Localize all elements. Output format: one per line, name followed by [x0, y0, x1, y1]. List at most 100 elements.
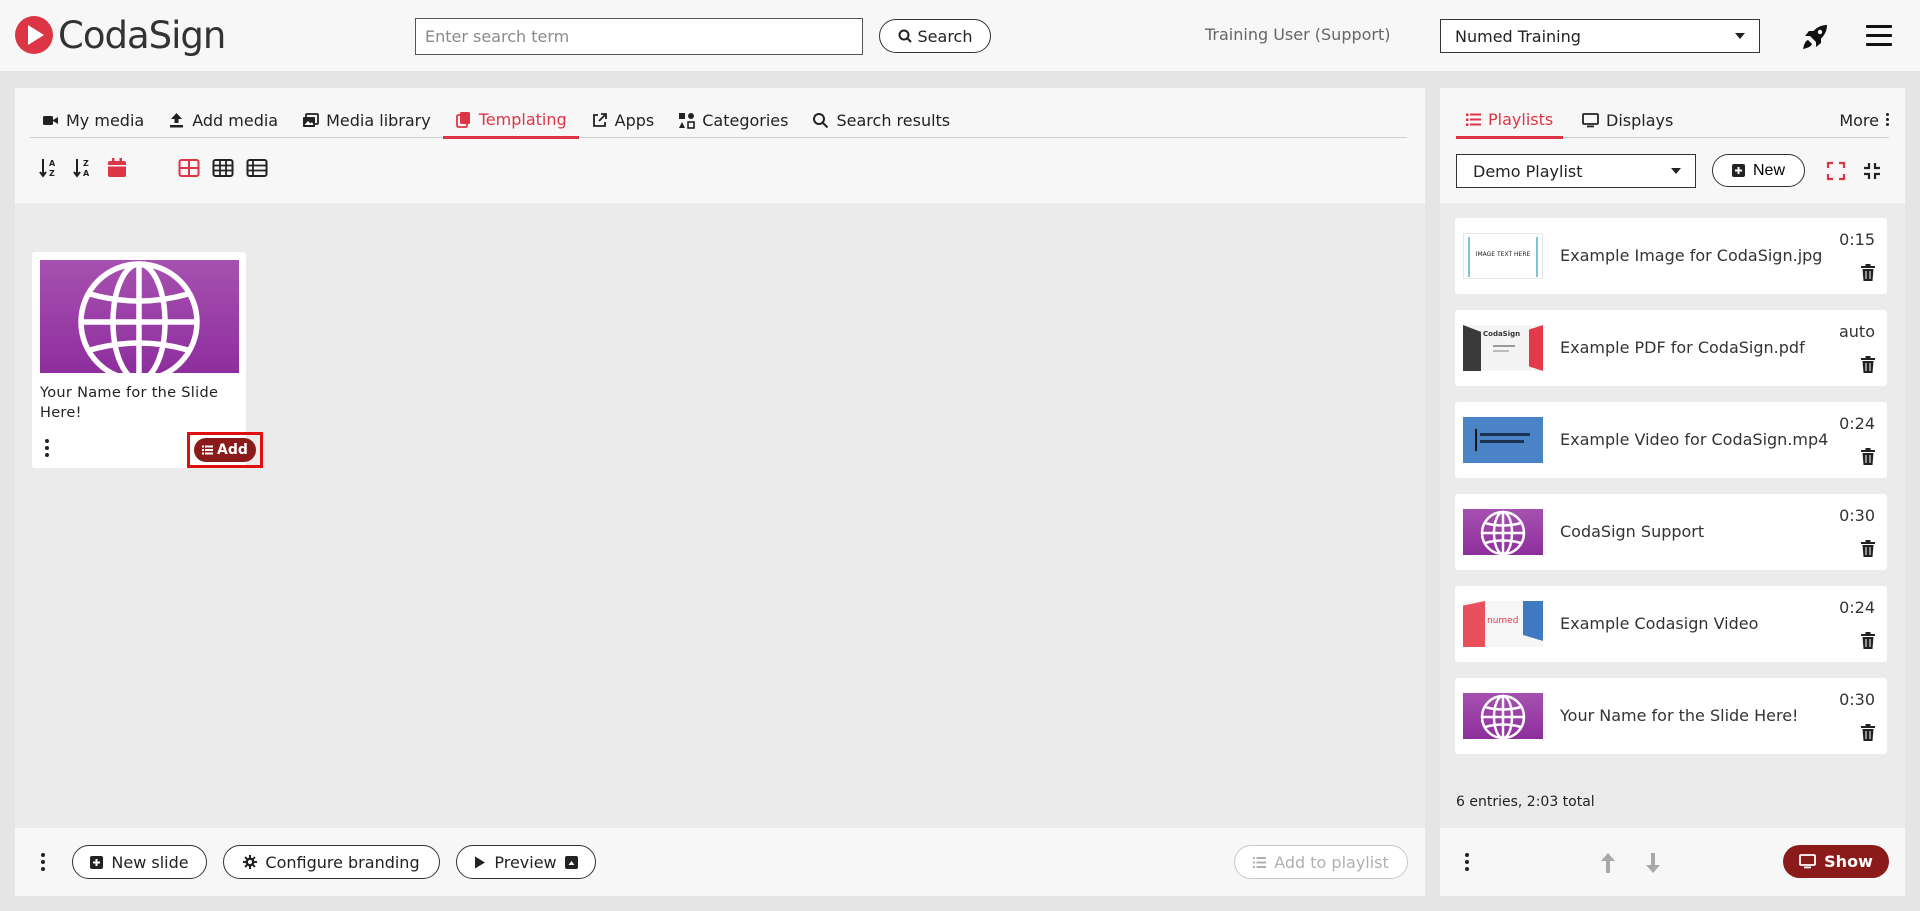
playlist-item-name: CodaSign Support — [1560, 522, 1705, 541]
tab-label: Media library — [326, 110, 431, 130]
playlist-item-duration[interactable]: 0:30 — [1839, 506, 1875, 525]
playlist-item[interactable]: numed Example Codasign Video 0:24 — [1455, 586, 1887, 662]
trash-icon[interactable] — [1861, 356, 1875, 373]
new-playlist-label: New — [1752, 161, 1785, 179]
playlist-panel-footer: Show — [1440, 828, 1905, 896]
media-panel: My media Add media Media library Templat… — [15, 88, 1425, 896]
codasign-logo[interactable]: CodaSign — [14, 14, 226, 57]
more-label: More — [1839, 110, 1879, 130]
expand-icon[interactable] — [1826, 161, 1846, 181]
playlist-item[interactable]: IMAGE TEXT HERE Example Image for CodaSi… — [1455, 218, 1887, 294]
gear-icon — [243, 855, 258, 869]
playlist-item[interactable]: CodaSign Example PDF for CodaSign.pdf au… — [1455, 310, 1887, 386]
codasign-logo-icon — [15, 16, 53, 54]
more-options-icon[interactable] — [1464, 853, 1470, 873]
rocket-icon[interactable] — [1800, 22, 1830, 52]
chevron-down-icon — [1671, 168, 1681, 174]
playlist-item[interactable]: CodaSign Support 0:30 — [1455, 494, 1887, 570]
small-grid-view-button[interactable] — [211, 157, 234, 179]
trash-icon[interactable] — [1861, 632, 1875, 649]
tab-templating[interactable]: Templating — [442, 108, 579, 139]
organisation-select-value: Numed Training — [1455, 26, 1581, 46]
add-to-playlist-label: Add to playlist — [1274, 852, 1389, 872]
playlist-item-duration[interactable]: 0:24 — [1839, 414, 1875, 433]
playlist-item-duration[interactable]: 0:24 — [1839, 598, 1875, 617]
large-grid-icon — [178, 159, 199, 177]
list-view-button[interactable] — [245, 157, 268, 179]
preview-label: Preview — [494, 852, 557, 872]
show-button[interactable]: Show — [1783, 845, 1889, 878]
playlist-item-name: Example Codasign Video — [1560, 614, 1759, 633]
view-toolbar: AZ ZA — [37, 156, 268, 180]
external-link-icon — [592, 112, 607, 127]
compress-icon[interactable] — [1862, 161, 1882, 181]
tab-search-results[interactable]: Search results — [800, 108, 962, 138]
hamburger-menu-icon[interactable] — [1866, 25, 1892, 47]
playlist-select[interactable]: Demo Playlist — [1456, 154, 1696, 188]
template-menu-icon[interactable] — [44, 439, 50, 459]
thumb-text: CodaSign — [1483, 330, 1521, 338]
more-options-icon[interactable] — [40, 853, 46, 873]
small-grid-icon — [212, 159, 233, 177]
monitor-icon — [1582, 112, 1599, 127]
playlist-panel-header: Playlists Displays More Demo Playlist Ne… — [1440, 88, 1905, 203]
sort-alpha-asc-icon: AZ — [38, 159, 56, 178]
tab-label: Displays — [1606, 110, 1674, 130]
sort-alpha-desc-button[interactable]: ZA — [71, 157, 94, 179]
copy-icon — [455, 111, 470, 128]
trash-icon[interactable] — [1861, 540, 1875, 557]
playlist-summary: 6 entries, 2:03 total — [1456, 794, 1595, 810]
configure-branding-button[interactable]: Configure branding — [223, 845, 440, 879]
trash-icon[interactable] — [1861, 724, 1875, 741]
playlist-item-duration[interactable]: auto — [1839, 322, 1875, 341]
sort-alpha-desc-icon: ZA — [72, 159, 90, 178]
globe-icon — [78, 261, 200, 373]
new-playlist-button[interactable]: New — [1712, 154, 1805, 187]
template-card[interactable]: Your Name for the Slide Here! Add — [32, 252, 263, 468]
list-icon — [1253, 856, 1267, 868]
template-add-button[interactable]: Add — [194, 438, 256, 462]
trash-icon[interactable] — [1861, 448, 1875, 465]
calendar-icon — [107, 158, 126, 177]
playlist-item-duration[interactable]: 0:15 — [1839, 230, 1875, 249]
search-input[interactable] — [415, 18, 863, 55]
pdf-thumb: CodaSign — [1463, 325, 1543, 371]
add-to-playlist-button[interactable]: Add to playlist — [1234, 845, 1408, 879]
preview-button[interactable]: Preview — [456, 845, 596, 879]
more-menu[interactable]: More — [1839, 108, 1889, 138]
template-title: Your Name for the Slide Here! — [40, 385, 219, 421]
thumb-text: numed — [1487, 616, 1519, 626]
tab-add-media[interactable]: Add media — [156, 108, 290, 138]
tab-displays[interactable]: Displays — [1572, 108, 1683, 138]
large-grid-view-button[interactable] — [177, 157, 200, 179]
trash-icon[interactable] — [1861, 264, 1875, 281]
playlist-item-duration[interactable]: 0:30 — [1839, 690, 1875, 709]
list-view-icon — [246, 159, 267, 177]
app-header: CodaSign Search Training User (Support) … — [0, 0, 1920, 72]
arrow-up-icon[interactable] — [1600, 852, 1616, 874]
playlist-item[interactable]: Example Video for CodaSign.mp4 0:24 — [1455, 402, 1887, 478]
playlist-item-name: Example Video for CodaSign.mp4 — [1560, 430, 1829, 449]
tab-playlists[interactable]: Playlists — [1456, 108, 1564, 139]
organisation-select[interactable]: Numed Training — [1440, 19, 1760, 53]
sort-alpha-asc-button[interactable]: AZ — [37, 157, 60, 179]
svg-text:Z: Z — [83, 159, 89, 168]
media-tabs: My media Add media Media library Templat… — [30, 108, 1407, 139]
list-icon — [1466, 113, 1481, 126]
search-icon — [898, 29, 912, 43]
globe-icon — [1463, 509, 1543, 555]
sort-by-date-button[interactable] — [105, 157, 128, 179]
tab-label: Add media — [192, 110, 279, 130]
arrow-down-icon[interactable] — [1645, 852, 1661, 874]
playlist-item[interactable]: Your Name for the Slide Here! 0:30 — [1455, 678, 1887, 754]
template-add-label: Add — [217, 442, 248, 458]
tab-media-library[interactable]: Media library — [290, 108, 443, 138]
search-button[interactable]: Search — [879, 19, 991, 53]
tab-categories[interactable]: Categories — [666, 108, 800, 138]
playlist-panel: Playlists Displays More Demo Playlist Ne… — [1440, 88, 1905, 896]
tab-label: Categories — [702, 110, 789, 130]
template-add-highlight: Add — [187, 432, 263, 468]
tab-apps[interactable]: Apps — [579, 108, 667, 138]
new-slide-button[interactable]: New slide — [72, 845, 207, 879]
tab-my-media[interactable]: My media — [30, 108, 156, 138]
